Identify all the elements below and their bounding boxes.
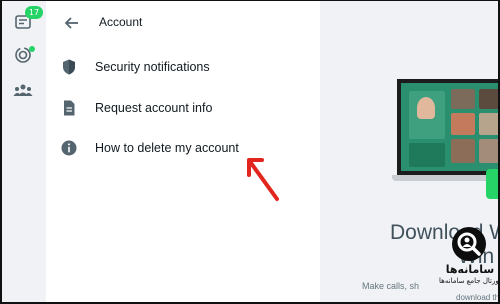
watermark-logo-icon: [452, 227, 486, 261]
status-dot: [29, 46, 35, 52]
menu-item-label: How to delete my account: [95, 141, 239, 155]
page-title: Account: [99, 15, 143, 29]
menu-item-security-notifications[interactable]: Security notifications: [46, 47, 320, 87]
download-promo-area: Download W Win Make calls, sh download t…: [320, 1, 500, 302]
watermark-tagline: پورتال جامع سامانه‌ها: [439, 277, 500, 285]
laptop-illustration: [392, 79, 498, 191]
info-icon: [61, 140, 77, 156]
app-window: 17 Account Security notifications Reques…: [0, 0, 500, 304]
communities-icon: [13, 84, 33, 96]
document-icon: [64, 100, 75, 116]
laptop-base: [392, 175, 498, 181]
menu-item-label: Security notifications: [95, 60, 210, 74]
chats-unread-badge: 17: [25, 6, 43, 19]
shield-icon: [63, 59, 75, 75]
video-call-screen: [397, 79, 498, 175]
annotation-arrow-icon: [247, 158, 279, 201]
menu-item-request-account-info[interactable]: Request account info: [46, 88, 320, 128]
whatsapp-logo-icon: [486, 169, 498, 199]
panel-header: Account: [46, 1, 320, 45]
menu-item-label: Request account info: [95, 101, 213, 115]
communities-button[interactable]: [11, 78, 35, 102]
back-arrow-icon[interactable]: [62, 13, 82, 33]
watermark: سامانه‌ها پورتال جامع سامانه‌ها: [438, 225, 500, 285]
nav-rail: 17: [2, 1, 47, 302]
promo-subtitle-line1: Make calls, sh: [362, 281, 420, 291]
account-settings-panel: Account Security notifications Request a…: [46, 1, 321, 302]
watermark-name: سامانه‌ها: [445, 263, 495, 276]
promo-subtitle-line2: download th: [456, 293, 500, 302]
